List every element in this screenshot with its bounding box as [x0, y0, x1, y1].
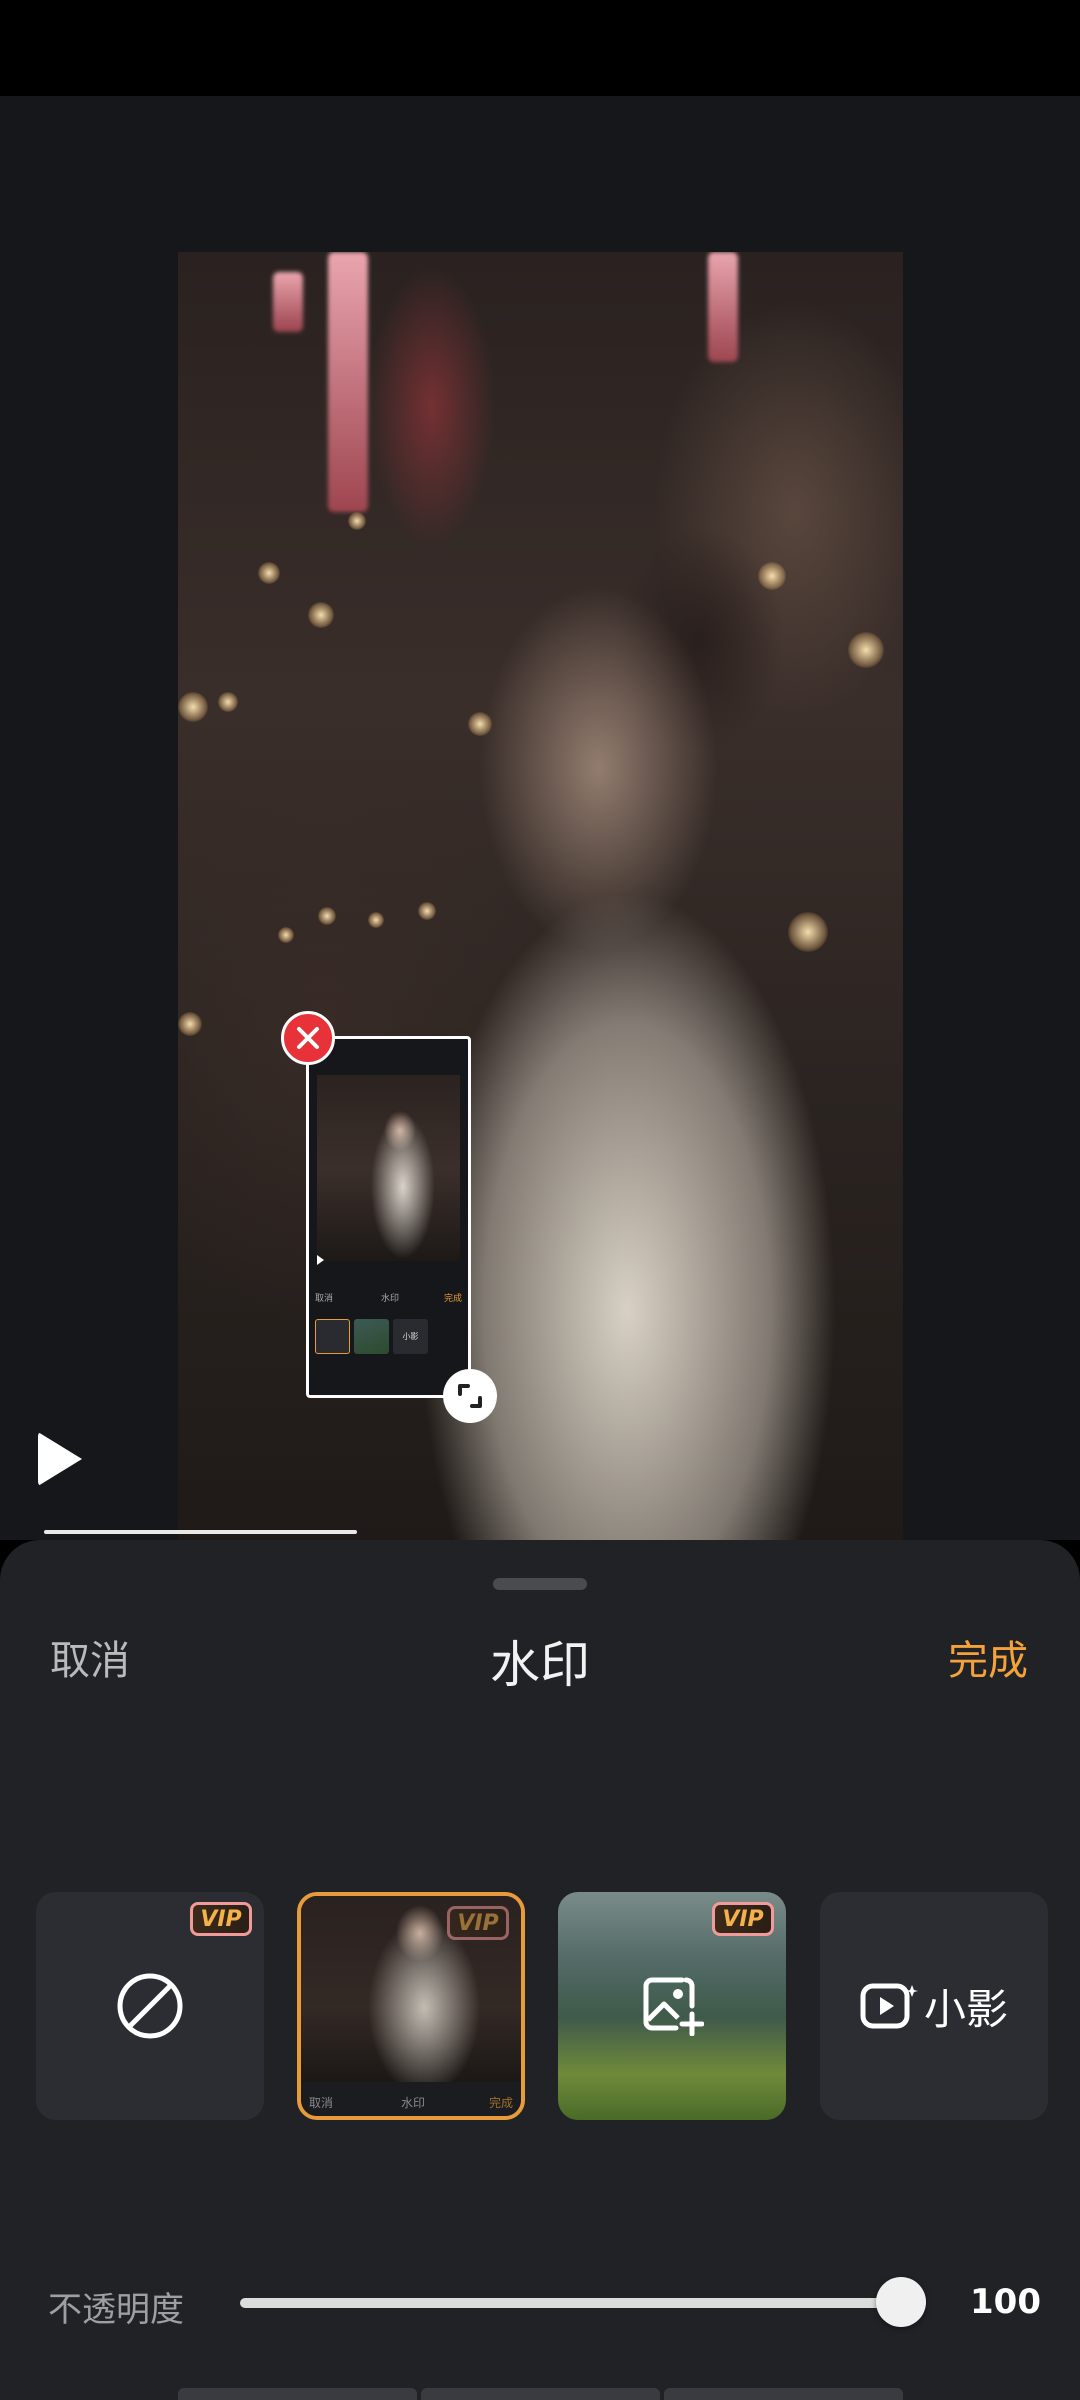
watermark-tile [315, 1319, 350, 1354]
watermark-tile [354, 1319, 389, 1354]
bokeh-light [848, 632, 884, 668]
bokeh-light [218, 692, 238, 712]
watermark-title-text: 水印 [381, 1294, 400, 1304]
playback-progress[interactable] [44, 1530, 357, 1534]
neon-sign [273, 272, 303, 332]
bokeh-light [178, 1012, 202, 1036]
close-icon [297, 1027, 319, 1049]
bokeh-light [788, 912, 828, 952]
neon-sign [328, 252, 368, 512]
resize-watermark-handle[interactable] [443, 1369, 497, 1423]
bottom-tab[interactable] [421, 2388, 660, 2400]
option-thumb-title: 水印 [401, 2096, 426, 2110]
xiaoying-logo-icon [860, 1983, 918, 2029]
vip-badge: VIP [712, 1902, 774, 1936]
watermark-option-custom-image[interactable]: VIP [558, 1892, 786, 2120]
bokeh-light [178, 692, 208, 722]
video-frame[interactable] [178, 252, 903, 1540]
bokeh-light [418, 902, 436, 920]
bokeh-light [258, 562, 280, 584]
opacity-slider-knob[interactable] [876, 2277, 926, 2327]
watermark-option-screenshot[interactable]: VIP 取消 水印 完成 [297, 1892, 525, 2120]
watermark-tile-brand: 小影 [393, 1319, 428, 1354]
opacity-value: 100 [970, 2282, 1041, 2322]
opacity-label: 不透明度 [48, 2290, 184, 2330]
video-preview-area: 取消 水印 完成 小影 [0, 96, 1080, 1540]
watermark-thumbnail-image [317, 1075, 460, 1261]
bokeh-light [368, 912, 384, 928]
add-image-icon [643, 1977, 704, 2036]
watermark-cancel-text: 取消 [315, 1294, 334, 1304]
remove-watermark-button[interactable] [281, 1011, 335, 1065]
bottom-tab[interactable] [664, 2388, 903, 2400]
bokeh-light [348, 512, 366, 530]
neon-sign [708, 252, 738, 362]
watermark-overlay[interactable]: 取消 水印 完成 小影 [306, 1036, 471, 1398]
watermark-option-xiaoying[interactable]: 小影 [820, 1892, 1048, 2120]
xiaoying-label: 小影 [923, 1984, 1008, 2034]
panel-title: 水印 [490, 1636, 590, 1694]
status-bar [0, 0, 1080, 96]
watermark-tiles: 小影 [315, 1319, 428, 1354]
opacity-slider-track[interactable] [240, 2298, 926, 2308]
done-button[interactable]: 完成 [948, 1628, 1028, 1686]
bottom-tab[interactable] [178, 2388, 417, 2400]
bokeh-light [758, 562, 786, 590]
no-watermark-icon [117, 1973, 183, 2039]
watermark-option-none[interactable]: VIP [36, 1892, 264, 2120]
sheet-grabber[interactable] [493, 1578, 587, 1590]
vip-badge: VIP [190, 1902, 252, 1936]
resize-icon [458, 1384, 482, 1408]
bokeh-light [318, 907, 336, 925]
watermark-done-text: 完成 [443, 1294, 462, 1304]
bottom-tab-strip [178, 2388, 903, 2400]
bokeh-light [308, 602, 334, 628]
xiaoying-logo: 小影 [820, 1892, 1048, 2120]
vip-badge: VIP [447, 1906, 509, 1940]
bokeh-light [278, 927, 294, 943]
play-button[interactable] [38, 1432, 82, 1486]
option-thumb-done: 完成 [488, 2096, 513, 2110]
bokeh-light [468, 712, 492, 736]
watermark-play-icon [317, 1255, 324, 1265]
option-thumb-cancel: 取消 [309, 2096, 334, 2110]
option-thumbnail-bar: 取消 水印 完成 [301, 2082, 521, 2116]
